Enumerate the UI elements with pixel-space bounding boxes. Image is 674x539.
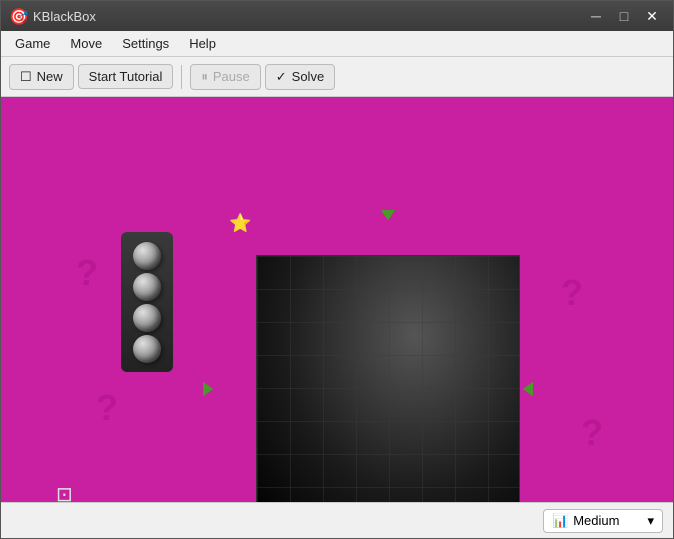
cursor-icon: ⊡ bbox=[56, 482, 73, 502]
statusbar: 📊 Medium ▾ bbox=[1, 502, 673, 538]
ball-panel bbox=[121, 232, 173, 372]
ball-3 bbox=[133, 304, 161, 332]
new-label: New bbox=[37, 69, 63, 84]
difficulty-label: 📊 Medium bbox=[552, 513, 619, 529]
difficulty-dropdown[interactable]: 📊 Medium ▾ bbox=[543, 509, 663, 533]
close-button[interactable]: ✕ bbox=[639, 6, 665, 26]
titlebar: 🎯 KBlackBox ─ □ ✕ bbox=[1, 1, 673, 31]
solve-button[interactable]: ✓ Solve bbox=[265, 64, 335, 90]
titlebar-left: 🎯 KBlackBox bbox=[9, 7, 96, 25]
menu-settings[interactable]: Settings bbox=[112, 34, 179, 53]
toolbar-separator bbox=[181, 65, 182, 89]
main-window: 🎯 KBlackBox ─ □ ✕ Game Move Settings Hel… bbox=[0, 0, 674, 539]
sparkle-icon: ⭐ bbox=[229, 213, 251, 234]
start-tutorial-button[interactable]: Start Tutorial bbox=[78, 64, 174, 89]
pause-label: Pause bbox=[213, 69, 250, 84]
grid-lines bbox=[257, 256, 519, 502]
app-icon: 🎯 bbox=[9, 7, 27, 25]
solve-icon: ✓ bbox=[276, 69, 287, 85]
top-arrow-8[interactable] bbox=[381, 210, 395, 220]
right-arrow-8[interactable] bbox=[523, 382, 533, 396]
pause-button[interactable]: ⏸ Pause bbox=[190, 64, 260, 90]
game-area: ? ? ? ? ? ? ⭐ ⊡ bbox=[1, 97, 673, 502]
chevron-down-icon: ▾ bbox=[647, 513, 654, 529]
new-icon: ☐ bbox=[20, 69, 32, 85]
menu-help[interactable]: Help bbox=[179, 34, 226, 53]
pause-icon: ⏸ bbox=[201, 69, 208, 85]
q-mark-5: ? bbox=[581, 412, 603, 454]
minimize-button[interactable]: ─ bbox=[583, 6, 609, 26]
window-title: KBlackBox bbox=[33, 9, 96, 24]
new-button[interactable]: ☐ New bbox=[9, 64, 74, 90]
menu-game[interactable]: Game bbox=[5, 34, 60, 53]
menu-move[interactable]: Move bbox=[60, 34, 112, 53]
ball-2 bbox=[133, 273, 161, 301]
q-mark-1: ? bbox=[76, 252, 98, 294]
maximize-button[interactable]: □ bbox=[611, 6, 637, 26]
titlebar-controls: ─ □ ✕ bbox=[583, 6, 665, 26]
q-mark-4: ? bbox=[561, 272, 583, 314]
toolbar: ☐ New Start Tutorial ⏸ Pause ✓ Solve bbox=[1, 57, 673, 97]
left-arrow-8[interactable] bbox=[203, 382, 213, 396]
bar-chart-icon: 📊 bbox=[552, 513, 568, 529]
ball-4 bbox=[133, 335, 161, 363]
q-mark-2: ? bbox=[96, 387, 118, 429]
solve-label: Solve bbox=[292, 69, 325, 84]
difficulty-value: Medium bbox=[573, 513, 619, 528]
menubar: Game Move Settings Help bbox=[1, 31, 673, 57]
start-tutorial-label: Start Tutorial bbox=[89, 69, 163, 84]
black-box[interactable] bbox=[256, 255, 520, 502]
ball-1 bbox=[133, 242, 161, 270]
